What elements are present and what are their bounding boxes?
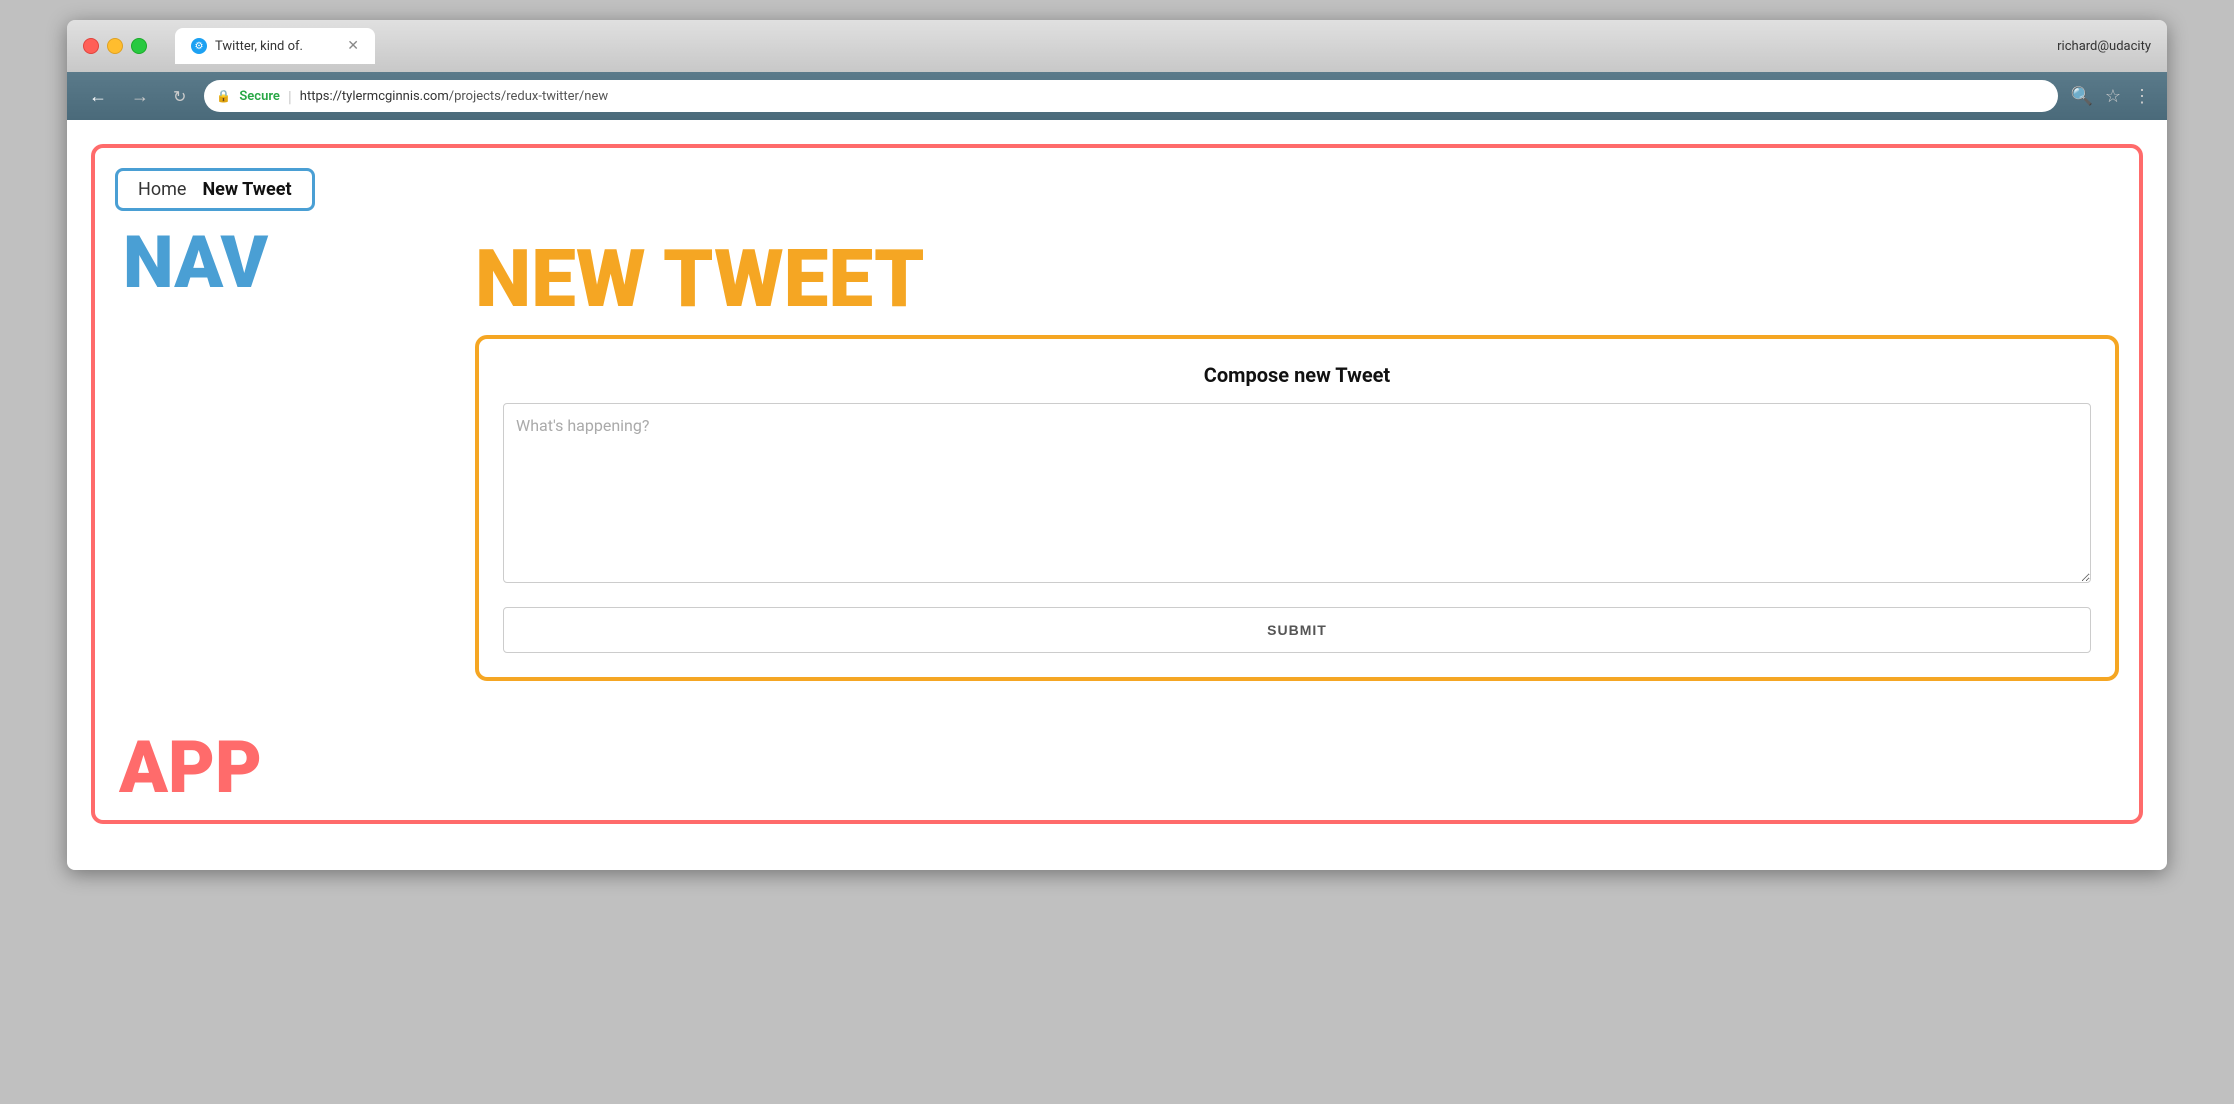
compose-title: Compose new Tweet	[503, 363, 2091, 387]
browser-content: Home New Tweet NAV NEW TWEET Compose new…	[67, 120, 2167, 870]
back-button[interactable]: ←	[83, 82, 113, 111]
nav-breadcrumb: Home New Tweet	[115, 168, 315, 211]
toolbar-icons: 🔍 ☆ ⋮	[2070, 86, 2151, 107]
tweet-textarea[interactable]	[503, 403, 2091, 583]
app-label: APP	[119, 732, 262, 804]
maximize-button[interactable]	[131, 38, 147, 54]
search-icon[interactable]: 🔍	[2070, 86, 2092, 107]
nav-home-link[interactable]: Home	[138, 179, 186, 200]
app-container: Home New Tweet NAV NEW TWEET Compose new…	[91, 144, 2143, 824]
tab-close-icon[interactable]: ✕	[347, 38, 359, 54]
bookmark-icon[interactable]: ☆	[2105, 86, 2121, 107]
nav-current-page: New Tweet	[202, 179, 291, 200]
new-tweet-heading: NEW TWEET	[475, 239, 2119, 319]
minimize-button[interactable]	[107, 38, 123, 54]
new-tweet-section: NEW TWEET Compose new Tweet SUBMIT	[435, 259, 2119, 681]
refresh-button[interactable]: ↻	[167, 83, 192, 110]
browser-tab[interactable]: ⚙ Twitter, kind of. ✕	[175, 28, 375, 64]
close-button[interactable]	[83, 38, 99, 54]
secure-lock-icon: 🔒	[216, 89, 231, 103]
url-base: https://tylermcginnis.com	[300, 89, 449, 104]
browser-toolbar: ← → ↻ 🔒 Secure | https://tylermcginnis.c…	[67, 72, 2167, 120]
compose-form: Compose new Tweet SUBMIT	[475, 335, 2119, 681]
tab-area: ⚙ Twitter, kind of. ✕	[175, 28, 2045, 64]
url-divider: |	[288, 87, 292, 106]
address-bar[interactable]: 🔒 Secure | https://tylermcginnis.com/pro…	[204, 80, 2058, 112]
tab-title: Twitter, kind of.	[215, 39, 339, 54]
secure-label: Secure	[239, 89, 280, 104]
forward-button[interactable]: →	[125, 82, 155, 111]
url-path: /projects/redux-twitter/new	[449, 89, 608, 104]
browser-user: richard@udacity	[2057, 39, 2151, 54]
browser-titlebar: ⚙ Twitter, kind of. ✕ richard@udacity	[67, 20, 2167, 72]
submit-button[interactable]: SUBMIT	[503, 607, 2091, 653]
browser-window: ⚙ Twitter, kind of. ✕ richard@udacity ← …	[67, 20, 2167, 870]
menu-icon[interactable]: ⋮	[2133, 86, 2151, 107]
traffic-lights	[83, 38, 147, 54]
content-area: NEW TWEET Compose new Tweet SUBMIT	[115, 259, 2119, 681]
tab-favicon-icon: ⚙	[191, 38, 207, 54]
url-text: https://tylermcginnis.com/projects/redux…	[300, 89, 608, 104]
